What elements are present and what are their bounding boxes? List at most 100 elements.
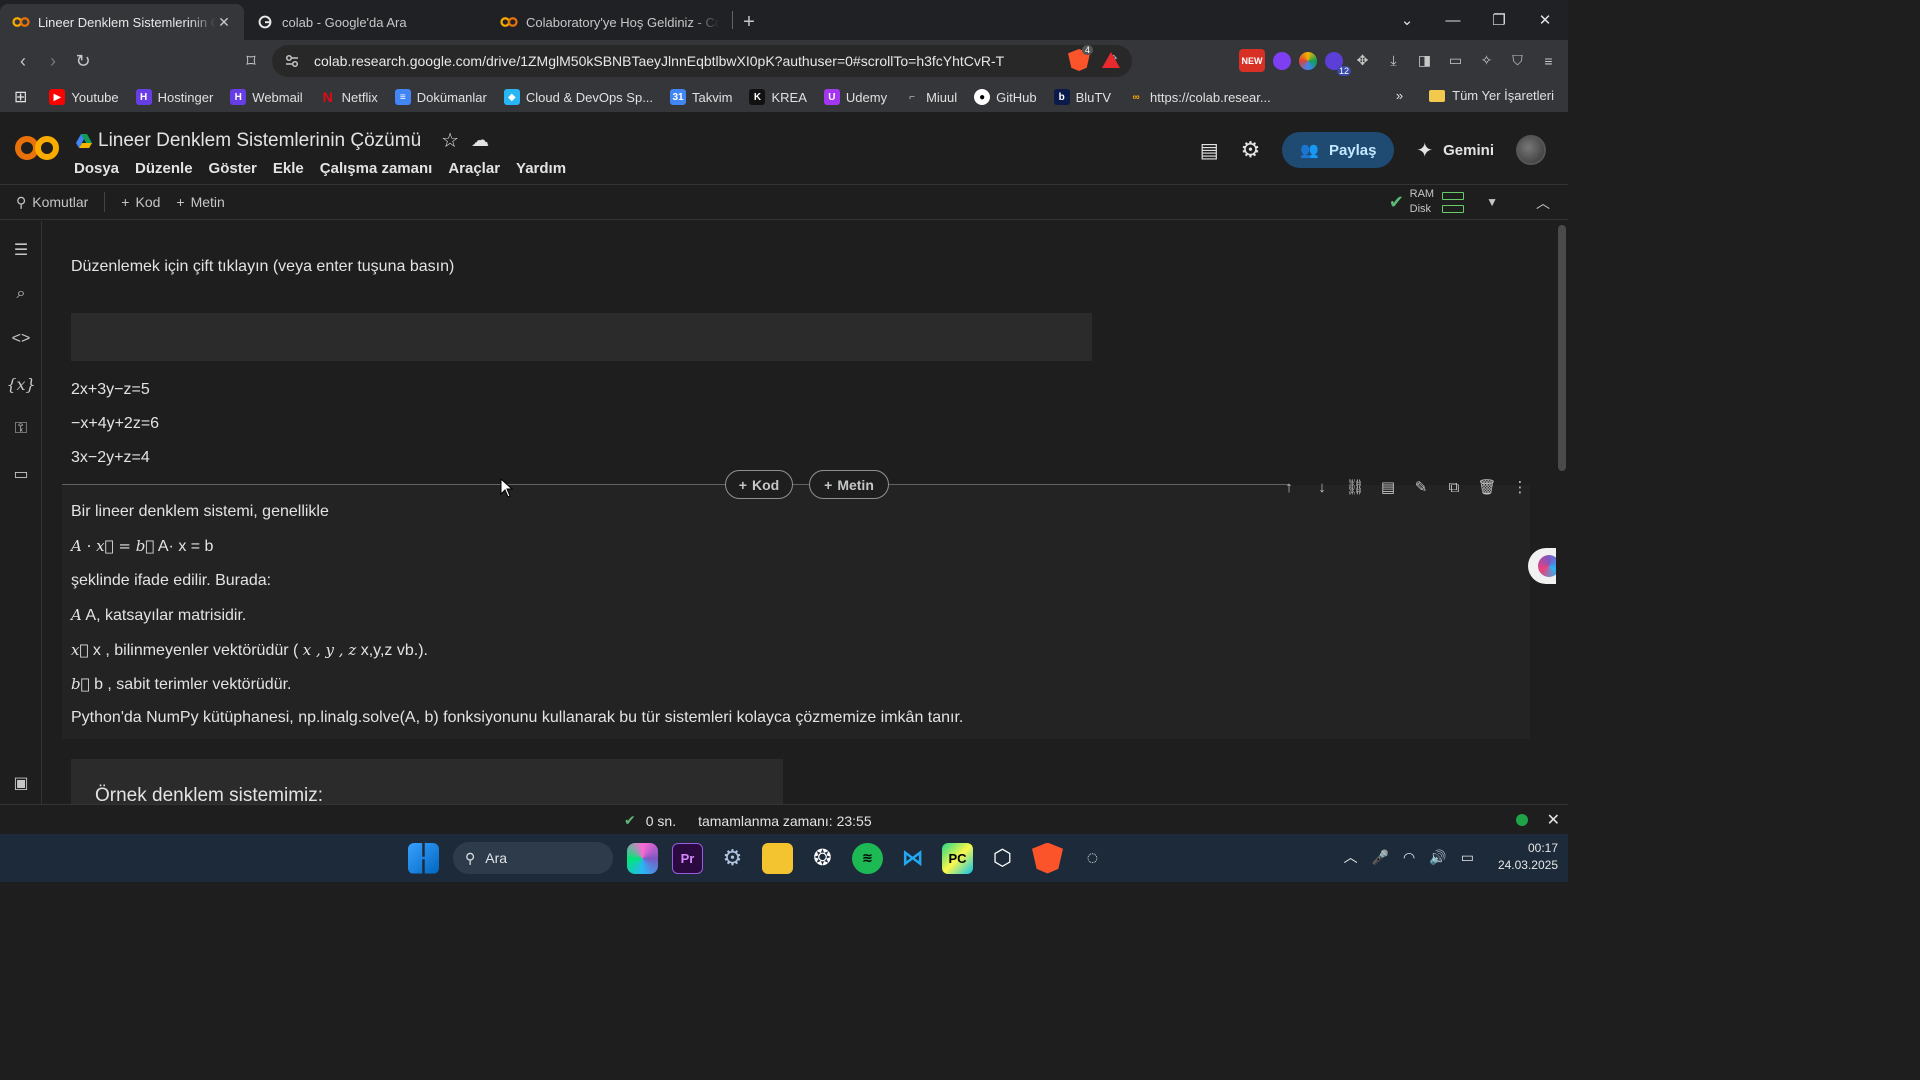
- markdown-cell[interactable]: [62, 485, 1530, 739]
- add-code-button[interactable]: + Kod: [121, 194, 160, 210]
- extension-count-icon[interactable]: 12: [1325, 51, 1351, 76]
- files-folder-icon[interactable]: ▭: [10, 463, 32, 485]
- example-cell[interactable]: Örnek denklem sistemimiz:: [71, 759, 783, 804]
- execution-status[interactable]: ✔ 0 sn. tamamlanma zamanı: 23:55: [624, 812, 872, 829]
- pycharm-icon[interactable]: PC: [942, 842, 973, 874]
- apps-grid-icon[interactable]: ⊞: [14, 87, 27, 107]
- menu-file[interactable]: Dosya: [74, 160, 119, 177]
- find-replace-icon[interactable]: ⌕: [10, 283, 32, 305]
- window-close-icon[interactable]: ✕: [1522, 11, 1568, 29]
- browser-menu-icon[interactable]: ≡: [1537, 49, 1560, 72]
- battery-icon[interactable]: ▭: [1461, 849, 1474, 866]
- cloud-saved-icon[interactable]: ☁: [471, 130, 489, 151]
- chevron-double-right-icon[interactable]: »: [1396, 88, 1403, 103]
- bookmark-icon[interactable]: ⌑: [236, 51, 266, 72]
- bookmark-github[interactable]: ● GitHub: [974, 89, 1037, 105]
- menu-tools[interactable]: Araçlar: [448, 160, 500, 177]
- scrollbar-thumb[interactable]: [1558, 225, 1566, 471]
- minimize-icon[interactable]: —: [1430, 12, 1476, 29]
- variables-icon[interactable]: {x}: [6, 373, 35, 395]
- site-info-icon[interactable]: [284, 53, 300, 69]
- menu-runtime[interactable]: Çalışma zamanı: [320, 160, 433, 177]
- back-arrow-icon[interactable]: ‹: [8, 51, 38, 72]
- chevron-down-icon[interactable]: ▼: [1486, 195, 1498, 209]
- unity-icon[interactable]: ⬡: [987, 843, 1018, 874]
- gemini-button[interactable]: ✦ Gemini: [1416, 138, 1494, 163]
- forward-arrow-icon[interactable]: ›: [38, 51, 68, 72]
- link-icon[interactable]: ⛓: [1344, 476, 1366, 498]
- collapse-chevron-up-icon[interactable]: ︿: [1536, 193, 1550, 213]
- status-close-icon[interactable]: ✕: [1547, 810, 1560, 830]
- star-icon[interactable]: ☆: [441, 128, 459, 153]
- downloads-icon[interactable]: ⤓: [1382, 49, 1405, 72]
- new-extension-icon[interactable]: NEW: [1239, 49, 1265, 72]
- secrets-key-icon[interactable]: ⚿: [10, 418, 32, 440]
- bookmark-krea[interactable]: K KREA: [749, 89, 807, 105]
- settings-gear-icon[interactable]: ⚙: [1241, 137, 1261, 163]
- wifi-icon[interactable]: ◠: [1403, 849, 1415, 866]
- share-button[interactable]: 👥 Paylaş: [1282, 132, 1395, 168]
- bookmark-cloud-devops[interactable]: ◆ Cloud & DevOps Sp...: [503, 89, 653, 105]
- extension-purple-icon[interactable]: [1273, 51, 1291, 70]
- tray-chevron-up-icon[interactable]: ︿: [1344, 847, 1358, 867]
- insert-text-button[interactable]: + Metin: [809, 470, 889, 499]
- bookmark-webmail[interactable]: H Webmail: [230, 89, 303, 105]
- chatgpt-icon[interactable]: ❂: [807, 843, 838, 874]
- extensions-puzzle-icon[interactable]: ✥: [1351, 49, 1374, 72]
- bookmark-youtube[interactable]: ▶ Youtube: [49, 89, 119, 105]
- move-up-arrow-icon[interactable]: ↑: [1278, 476, 1300, 498]
- commands-button[interactable]: ⚲ Komutlar: [16, 194, 88, 211]
- close-icon[interactable]: ✕: [216, 14, 232, 31]
- edit-hint-text[interactable]: Düzenlemek için çift tıklayın (veya ente…: [71, 258, 454, 276]
- bookmark-docs[interactable]: ≡ Dokümanlar: [394, 89, 487, 105]
- move-down-arrow-icon[interactable]: ↓: [1311, 476, 1333, 498]
- all-bookmarks-link[interactable]: Tüm Yer İşaretleri: [1452, 88, 1554, 103]
- menu-insert[interactable]: Ekle: [273, 160, 304, 177]
- vscode-icon[interactable]: ⋈: [897, 843, 928, 874]
- app-icon[interactable]: ◌: [1077, 843, 1108, 874]
- spotify-icon[interactable]: ≋: [852, 842, 883, 874]
- tab-colab-notebook[interactable]: Lineer Denklem Sistemlerinin Ç ✕: [0, 4, 244, 40]
- edit-pencil-icon[interactable]: ✎: [1410, 476, 1432, 498]
- delete-trash-icon[interactable]: 🗑: [1476, 476, 1498, 498]
- leo-ai-icon[interactable]: ✧: [1475, 49, 1498, 72]
- extension-color-icon[interactable]: [1299, 51, 1317, 70]
- menu-view[interactable]: Göster: [209, 160, 257, 177]
- avatar[interactable]: [1516, 135, 1546, 165]
- bookmark-udemy[interactable]: U Udemy: [823, 89, 887, 105]
- add-text-button[interactable]: + Metin: [176, 194, 224, 210]
- comment-icon[interactable]: ▤: [1377, 476, 1399, 498]
- brave-rewards-icon[interactable]: [1102, 52, 1120, 68]
- tab-google-search[interactable]: colab - Google'da Ara: [244, 4, 488, 40]
- file-explorer-icon[interactable]: [762, 842, 793, 874]
- settings-app-icon[interactable]: ⚙: [717, 843, 748, 874]
- bookmark-miuul[interactable]: ⌐ Miuul: [904, 89, 957, 105]
- vpn-icon[interactable]: ⛉: [1506, 49, 1529, 72]
- menu-help[interactable]: Yardım: [516, 160, 566, 177]
- sidebar-icon[interactable]: ◨: [1413, 49, 1436, 72]
- notebook-title[interactable]: Lineer Denklem Sistemlerinin Çözümü: [98, 130, 421, 152]
- new-tab-plus-icon[interactable]: +: [733, 4, 765, 40]
- more-vert-icon[interactable]: ⋮: [1509, 476, 1531, 498]
- code-snippets-icon[interactable]: <>: [10, 328, 32, 350]
- reload-icon[interactable]: ↻: [68, 51, 98, 72]
- bookmark-hostinger[interactable]: H Hostinger: [135, 89, 213, 105]
- bookmark-calendar[interactable]: 31 Takvim: [670, 89, 732, 105]
- mirror-cell-icon[interactable]: ⧉: [1443, 476, 1465, 498]
- address-bar[interactable]: colab.research.google.com/drive/1ZMglM50…: [272, 45, 1132, 77]
- microphone-icon[interactable]: 🎤: [1372, 849, 1389, 866]
- windows-start-icon[interactable]: [408, 842, 439, 874]
- bookmark-netflix[interactable]: N Netflix: [320, 89, 378, 105]
- tab-search-chevron-icon[interactable]: ⌄: [1384, 11, 1430, 29]
- terminal-icon[interactable]: ▣: [10, 772, 32, 794]
- restore-icon[interactable]: ❐: [1476, 11, 1522, 29]
- resource-monitor[interactable]: RAM Disk ▼: [1410, 187, 1498, 217]
- wallet-icon[interactable]: ▭: [1444, 49, 1467, 72]
- menu-edit[interactable]: Düzenle: [135, 160, 193, 177]
- volume-icon[interactable]: 🔊: [1429, 849, 1446, 866]
- copilot-icon[interactable]: [627, 842, 658, 874]
- comments-icon[interactable]: ▤: [1200, 138, 1219, 163]
- tab-colab-welcome[interactable]: Colaboratory'ye Hoş Geldiniz - Cola: [488, 4, 732, 40]
- table-of-contents-icon[interactable]: ☰: [10, 239, 32, 261]
- vertical-scrollbar[interactable]: [1556, 221, 1568, 804]
